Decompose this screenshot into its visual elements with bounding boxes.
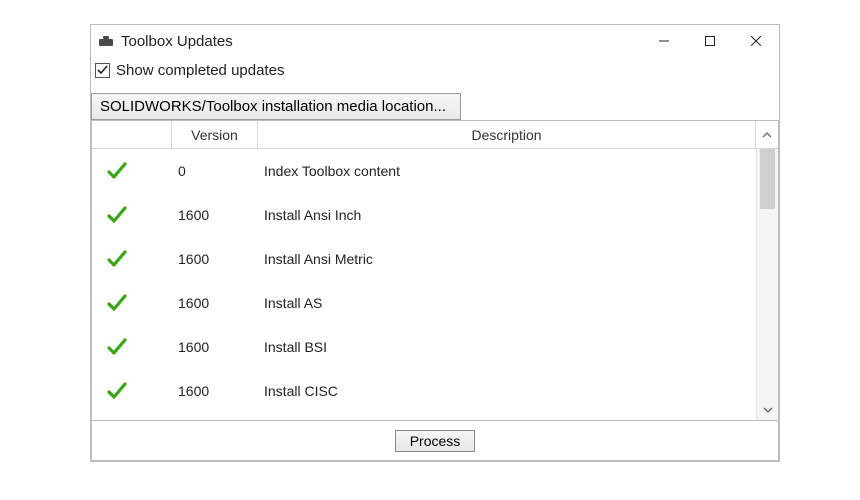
list-header: Version Description (92, 121, 778, 149)
process-button[interactable]: Process (395, 430, 476, 452)
app-icon (99, 35, 115, 47)
scroll-track[interactable] (757, 149, 778, 400)
status-check-icon (92, 160, 172, 182)
row-version: 1600 (172, 207, 258, 223)
footer: Process (91, 421, 779, 461)
status-check-icon (92, 248, 172, 270)
close-button[interactable] (733, 25, 779, 57)
show-completed-row: Show completed updates (91, 57, 779, 83)
status-check-icon (92, 336, 172, 358)
row-description: Index Toolbox content (258, 163, 756, 179)
table-row[interactable]: 1600Install CISC (92, 369, 756, 413)
row-description: Install BSI (258, 339, 756, 355)
row-version: 0 (172, 163, 258, 179)
table-row[interactable]: 1600Install Ansi Inch (92, 193, 756, 237)
updates-list: Version Description 0Index Toolbox conte… (91, 120, 779, 421)
window-title: Toolbox Updates (121, 33, 233, 50)
row-version: 1600 (172, 251, 258, 267)
scroll-up-header[interactable] (756, 121, 778, 148)
row-version: 1600 (172, 295, 258, 311)
row-description: Install Ansi Metric (258, 251, 756, 267)
show-completed-label: Show completed updates (116, 62, 284, 79)
table-row[interactable]: 1600Install AS (92, 281, 756, 325)
column-description[interactable]: Description (258, 121, 756, 148)
row-version: 1600 (172, 383, 258, 399)
status-check-icon (92, 380, 172, 402)
table-row[interactable]: 1600Install Ansi Metric (92, 237, 756, 281)
toolbox-updates-window: Toolbox Updates Show completed updates S… (90, 24, 780, 462)
show-completed-checkbox[interactable] (95, 63, 110, 78)
status-check-icon (92, 204, 172, 226)
status-check-icon (92, 292, 172, 314)
minimize-button[interactable] (641, 25, 687, 57)
scroll-thumb[interactable] (760, 149, 775, 209)
vertical-scrollbar[interactable] (756, 149, 778, 420)
column-version[interactable]: Version (172, 121, 258, 148)
list-body: 0Index Toolbox content1600Install Ansi I… (92, 149, 778, 420)
window-controls (641, 25, 779, 57)
installation-media-button[interactable]: SOLIDWORKS/Toolbox installation media lo… (91, 93, 461, 120)
row-description: Install AS (258, 295, 756, 311)
titlebar: Toolbox Updates (91, 25, 779, 57)
column-status[interactable] (92, 121, 172, 148)
row-description: Install CISC (258, 383, 756, 399)
table-row[interactable]: 0Index Toolbox content (92, 149, 756, 193)
scroll-down-arrow[interactable] (757, 400, 778, 420)
row-version: 1600 (172, 339, 258, 355)
table-row[interactable]: 1600Install BSI (92, 325, 756, 369)
maximize-button[interactable] (687, 25, 733, 57)
row-description: Install Ansi Inch (258, 207, 756, 223)
